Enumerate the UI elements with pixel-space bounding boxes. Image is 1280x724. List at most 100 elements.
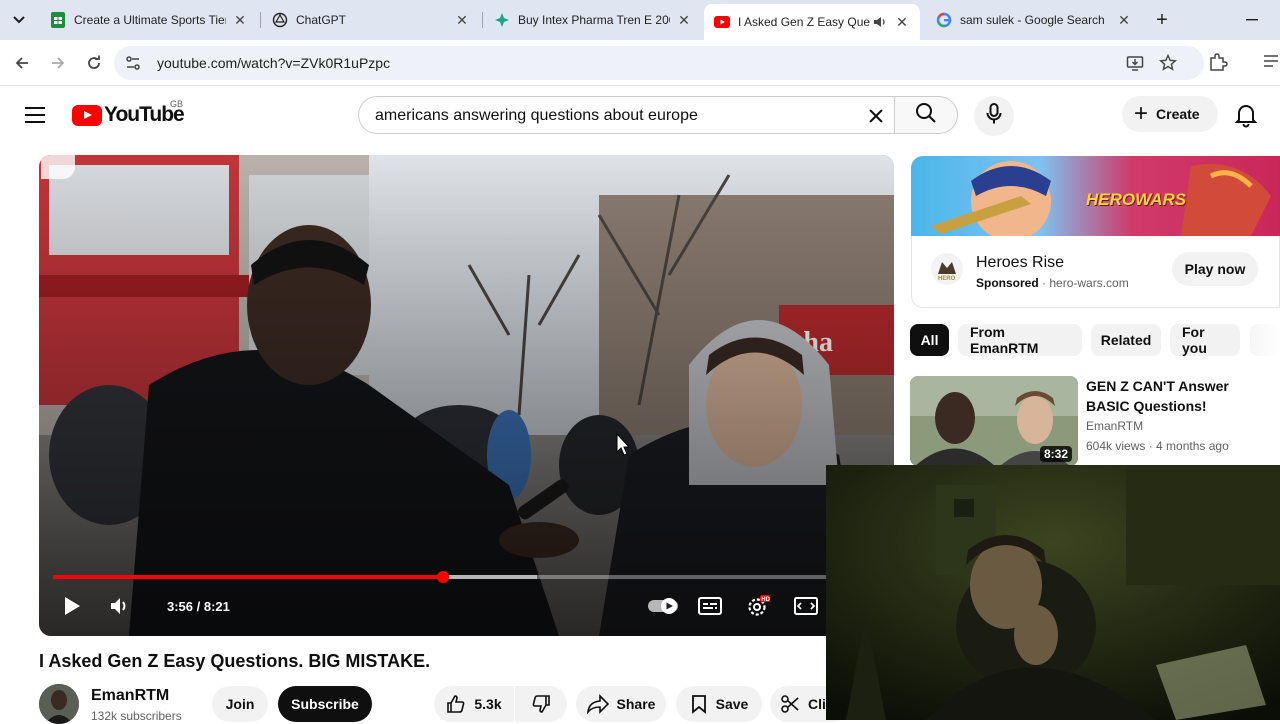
tab-search-dropdown-icon[interactable] <box>6 8 32 32</box>
browser-tab-google[interactable]: sam sulek - Google Search ✕ <box>926 6 1142 34</box>
ad-domain: hero-wars.com <box>1049 276 1129 290</box>
region-code: GB <box>170 99 184 109</box>
forward-arrow-icon[interactable] <box>46 51 70 75</box>
chip-related[interactable]: Related <box>1091 324 1161 356</box>
chip-all[interactable]: All <box>910 324 949 356</box>
tab-title: Buy Intex Pharma Tren E 200 <box>518 13 670 27</box>
speaker-audio-icon[interactable] <box>872 14 888 30</box>
tab-title: I Asked Gen Z Easy Ques <box>738 15 870 29</box>
miniplayer-button[interactable] <box>791 595 821 621</box>
close-tab-icon[interactable]: ✕ <box>676 12 692 28</box>
browser-tab-youtube-active[interactable]: I Asked Gen Z Easy Ques ✕ <box>704 4 920 40</box>
browser-tab-chatgpt[interactable]: ChatGPT ✕ <box>262 6 480 34</box>
close-tab-icon[interactable]: ✕ <box>454 12 470 28</box>
closed-captions-icon <box>698 596 722 620</box>
reading-list-icon[interactable] <box>1262 52 1280 74</box>
subscribe-button[interactable]: Subscribe <box>278 686 372 722</box>
progress-bar[interactable] <box>53 571 881 583</box>
create-button[interactable]: + Create <box>1122 96 1218 132</box>
new-tab-plus-icon[interactable]: + <box>1150 8 1174 32</box>
save-playlist-icon <box>690 694 708 714</box>
ad-banner-image[interactable]: HEROWARS <box>911 156 1280 236</box>
ad-card[interactable]: HERO Heroes Rise Sponsored · hero-wars.c… <box>911 236 1280 308</box>
settings-button[interactable]: HD <box>743 594 773 623</box>
ad-banner-logo-text: HEROWARS <box>1086 190 1187 209</box>
advertiser-logo-icon[interactable]: HERO <box>930 252 964 286</box>
chip-for-you[interactable]: For you <box>1170 324 1240 356</box>
join-button[interactable]: Join <box>212 686 268 722</box>
mute-button[interactable] <box>105 595 135 621</box>
reload-icon[interactable] <box>82 51 106 75</box>
search-button[interactable] <box>894 96 958 134</box>
like-count: 5.3k <box>474 696 502 712</box>
video-frame[interactable]: cha <box>39 155 894 636</box>
notifications-bell-icon[interactable] <box>1234 102 1260 128</box>
bookmark-star-icon[interactable] <box>1159 53 1177 72</box>
close-tab-icon[interactable]: ✕ <box>894 14 910 30</box>
chip-from-emanrtm[interactable]: From EmanRTM <box>958 324 1082 356</box>
like-button[interactable]: 5.3k <box>434 686 514 722</box>
minimize-window-icon[interactable] <box>1240 8 1264 32</box>
ad-title[interactable]: Heroes Rise <box>976 254 1064 272</box>
url-text[interactable]: youtube.com/watch?v=ZVk0R1uPzpc <box>157 55 390 71</box>
back-arrow-icon[interactable] <box>10 51 34 75</box>
webcam-overlay <box>826 465 1280 720</box>
sheets-icon <box>50 12 66 28</box>
recommended-video-thumbnail[interactable]: 8:32 <box>910 376 1078 466</box>
join-label: Join <box>225 696 255 712</box>
search-input[interactable]: americans answering questions about euro… <box>358 96 895 134</box>
scrubber-handle[interactable] <box>437 571 450 583</box>
youtube-play-logo-icon <box>72 104 102 126</box>
video-duration-badge: 8:32 <box>1039 446 1072 462</box>
share-button[interactable]: Share <box>576 686 666 722</box>
youtube-header: YouTube GB americans answering questions… <box>0 86 1280 144</box>
microphone-icon <box>986 102 1002 130</box>
close-tab-icon[interactable]: ✕ <box>1116 12 1132 28</box>
thumbs-down-icon <box>531 694 551 714</box>
chip-label: For you <box>1182 324 1207 356</box>
settings-gear-icon: HD <box>746 594 771 623</box>
address-bar[interactable]: youtube.com/watch?v=ZVk0R1uPzpc <box>114 46 1204 80</box>
volume-icon <box>109 596 131 621</box>
chip-label: All <box>920 332 939 348</box>
site-info-tune-icon[interactable] <box>124 54 142 72</box>
recommended-video-title[interactable]: GEN Z CAN'T Answer BASIC Questions! <box>1086 376 1272 416</box>
dislike-button[interactable] <box>515 686 567 722</box>
recommended-video-channel[interactable]: EmanRTM <box>1086 419 1143 433</box>
chip-label: Related <box>1100 332 1152 348</box>
share-label: Share <box>616 696 656 712</box>
chatgpt-icon <box>272 12 288 28</box>
browser-tab-pharma[interactable]: Buy Intex Pharma Tren E 200 ✕ <box>484 6 702 34</box>
play-icon <box>63 596 81 621</box>
search-query-text[interactable]: americans answering questions about euro… <box>375 107 698 125</box>
play-button[interactable] <box>57 595 87 621</box>
tab-title: Create a Ultimate Sports Tier <box>74 13 226 27</box>
youtube-logo[interactable]: YouTube GB <box>72 99 185 127</box>
save-button[interactable]: Save <box>676 686 762 722</box>
channel-name[interactable]: EmanRTM <box>91 687 169 705</box>
recommended-video-meta: 604k views · 4 months ago <box>1086 439 1229 453</box>
subtitles-button[interactable] <box>695 595 725 621</box>
share-arrow-icon <box>586 694 609 714</box>
google-icon <box>936 12 952 28</box>
play-now-button[interactable]: Play now <box>1172 252 1258 286</box>
autoplay-toggle[interactable] <box>645 595 681 621</box>
pharma-icon <box>494 12 510 28</box>
extensions-puzzle-icon[interactable] <box>1208 52 1230 74</box>
clip-label: Cli <box>808 696 826 712</box>
voice-search-button[interactable] <box>974 96 1014 136</box>
clear-search-x-icon[interactable] <box>862 102 890 130</box>
channel-avatar[interactable] <box>39 684 79 724</box>
browser-tab-sheets[interactable]: Create a Ultimate Sports Tier ✕ <box>40 6 258 34</box>
youtube-icon <box>714 14 730 30</box>
video-player[interactable]: cha 3:56 / 8 <box>39 155 894 636</box>
autoplay-toggle-icon <box>647 597 679 620</box>
hd-badge: HD <box>761 597 770 603</box>
play-now-label: Play now <box>1184 261 1246 277</box>
install-app-icon[interactable] <box>1126 54 1144 72</box>
save-label: Save <box>715 696 749 712</box>
subscribe-label: Subscribe <box>291 696 359 712</box>
thumbs-up-icon <box>446 694 466 714</box>
hamburger-menu-icon[interactable] <box>22 104 50 126</box>
close-tab-icon[interactable]: ✕ <box>232 12 248 28</box>
